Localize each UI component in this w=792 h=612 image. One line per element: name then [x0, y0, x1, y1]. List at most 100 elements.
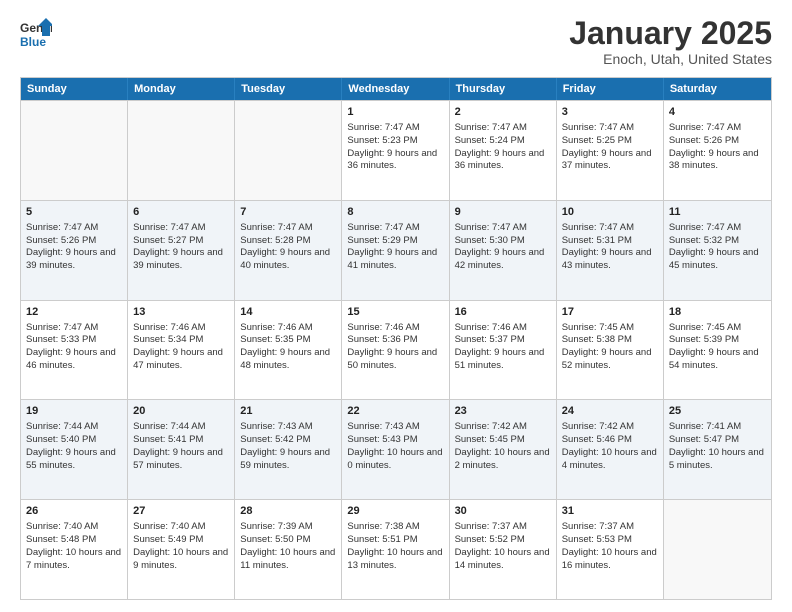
- day-number-25: 25: [669, 404, 766, 419]
- cal-cell: 21Sunrise: 7:43 AMSunset: 5:42 PMDayligh…: [235, 400, 342, 499]
- cell-info-line: Sunset: 5:51 PM: [347, 534, 443, 547]
- cal-cell: 4Sunrise: 7:47 AMSunset: 5:26 PMDaylight…: [664, 101, 771, 200]
- cell-info-line: Sunset: 5:27 PM: [133, 235, 229, 248]
- cell-info-line: Sunset: 5:39 PM: [669, 334, 766, 347]
- cal-cell: 26Sunrise: 7:40 AMSunset: 5:48 PMDayligh…: [21, 500, 128, 599]
- day-number-14: 14: [240, 305, 336, 320]
- day-number-12: 12: [26, 305, 122, 320]
- cell-info-line: Sunrise: 7:38 AM: [347, 521, 443, 534]
- cell-info-line: Sunrise: 7:46 AM: [455, 322, 551, 335]
- cell-info-line: Sunset: 5:26 PM: [26, 235, 122, 248]
- cell-info-line: Sunrise: 7:44 AM: [26, 421, 122, 434]
- week-row-5: 26Sunrise: 7:40 AMSunset: 5:48 PMDayligh…: [21, 499, 771, 599]
- cal-cell: 19Sunrise: 7:44 AMSunset: 5:40 PMDayligh…: [21, 400, 128, 499]
- cell-info-line: Sunrise: 7:47 AM: [347, 222, 443, 235]
- cell-info-line: Daylight: 10 hours and 14 minutes.: [455, 547, 551, 573]
- cal-cell: 2Sunrise: 7:47 AMSunset: 5:24 PMDaylight…: [450, 101, 557, 200]
- day-number-11: 11: [669, 205, 766, 220]
- cell-info-line: Daylight: 9 hours and 55 minutes.: [26, 447, 122, 473]
- day-number-17: 17: [562, 305, 658, 320]
- week-row-4: 19Sunrise: 7:44 AMSunset: 5:40 PMDayligh…: [21, 399, 771, 499]
- page: General Blue January 2025 Enoch, Utah, U…: [0, 0, 792, 612]
- cell-info-line: Daylight: 9 hours and 36 minutes.: [347, 148, 443, 174]
- cell-info-line: Sunrise: 7:40 AM: [26, 521, 122, 534]
- cell-info-line: Sunrise: 7:47 AM: [133, 222, 229, 235]
- cell-info-line: Daylight: 9 hours and 51 minutes.: [455, 347, 551, 373]
- cell-info-line: Sunset: 5:28 PM: [240, 235, 336, 248]
- cell-info-line: Daylight: 9 hours and 46 minutes.: [26, 347, 122, 373]
- cell-info-line: Sunrise: 7:45 AM: [562, 322, 658, 335]
- cell-info-line: Daylight: 9 hours and 48 minutes.: [240, 347, 336, 373]
- cell-info-line: Sunset: 5:29 PM: [347, 235, 443, 248]
- cell-info-line: Daylight: 9 hours and 50 minutes.: [347, 347, 443, 373]
- cell-info-line: Daylight: 10 hours and 9 minutes.: [133, 547, 229, 573]
- week-row-2: 5Sunrise: 7:47 AMSunset: 5:26 PMDaylight…: [21, 200, 771, 300]
- cell-info-line: Sunset: 5:43 PM: [347, 434, 443, 447]
- cal-cell: 30Sunrise: 7:37 AMSunset: 5:52 PMDayligh…: [450, 500, 557, 599]
- header-day-friday: Friday: [557, 78, 664, 100]
- day-number-18: 18: [669, 305, 766, 320]
- cell-info-line: Sunset: 5:45 PM: [455, 434, 551, 447]
- cal-cell: [21, 101, 128, 200]
- cell-info-line: Daylight: 9 hours and 54 minutes.: [669, 347, 766, 373]
- calendar-body: 1Sunrise: 7:47 AMSunset: 5:23 PMDaylight…: [21, 100, 771, 599]
- cell-info-line: Daylight: 9 hours and 38 minutes.: [669, 148, 766, 174]
- cell-info-line: Sunrise: 7:47 AM: [347, 122, 443, 135]
- cal-cell: 9Sunrise: 7:47 AMSunset: 5:30 PMDaylight…: [450, 201, 557, 300]
- day-number-27: 27: [133, 504, 229, 519]
- cell-info-line: Daylight: 9 hours and 39 minutes.: [26, 247, 122, 273]
- cal-cell: 29Sunrise: 7:38 AMSunset: 5:51 PMDayligh…: [342, 500, 449, 599]
- cal-cell: 27Sunrise: 7:40 AMSunset: 5:49 PMDayligh…: [128, 500, 235, 599]
- cell-info-line: Sunrise: 7:47 AM: [455, 122, 551, 135]
- cell-info-line: Sunrise: 7:47 AM: [26, 222, 122, 235]
- cell-info-line: Daylight: 10 hours and 4 minutes.: [562, 447, 658, 473]
- cell-info-line: Sunset: 5:35 PM: [240, 334, 336, 347]
- day-number-21: 21: [240, 404, 336, 419]
- cell-info-line: Sunrise: 7:42 AM: [455, 421, 551, 434]
- day-number-20: 20: [133, 404, 229, 419]
- header-day-saturday: Saturday: [664, 78, 771, 100]
- cell-info-line: Sunrise: 7:39 AM: [240, 521, 336, 534]
- week-row-1: 1Sunrise: 7:47 AMSunset: 5:23 PMDaylight…: [21, 100, 771, 200]
- cell-info-line: Daylight: 9 hours and 45 minutes.: [669, 247, 766, 273]
- cell-info-line: Daylight: 10 hours and 16 minutes.: [562, 547, 658, 573]
- day-number-9: 9: [455, 205, 551, 220]
- cell-info-line: Sunrise: 7:37 AM: [455, 521, 551, 534]
- day-number-5: 5: [26, 205, 122, 220]
- cell-info-line: Sunrise: 7:46 AM: [347, 322, 443, 335]
- day-number-31: 31: [562, 504, 658, 519]
- cal-cell: 15Sunrise: 7:46 AMSunset: 5:36 PMDayligh…: [342, 301, 449, 400]
- cell-info-line: Sunset: 5:36 PM: [347, 334, 443, 347]
- day-number-2: 2: [455, 105, 551, 120]
- cell-info-line: Sunrise: 7:42 AM: [562, 421, 658, 434]
- header-day-sunday: Sunday: [21, 78, 128, 100]
- cal-cell: 31Sunrise: 7:37 AMSunset: 5:53 PMDayligh…: [557, 500, 664, 599]
- cal-cell: 1Sunrise: 7:47 AMSunset: 5:23 PMDaylight…: [342, 101, 449, 200]
- cell-info-line: Sunrise: 7:44 AM: [133, 421, 229, 434]
- day-number-8: 8: [347, 205, 443, 220]
- cell-info-line: Sunset: 5:52 PM: [455, 534, 551, 547]
- cal-cell: 17Sunrise: 7:45 AMSunset: 5:38 PMDayligh…: [557, 301, 664, 400]
- day-number-24: 24: [562, 404, 658, 419]
- cal-cell: 22Sunrise: 7:43 AMSunset: 5:43 PMDayligh…: [342, 400, 449, 499]
- cal-cell: 10Sunrise: 7:47 AMSunset: 5:31 PMDayligh…: [557, 201, 664, 300]
- title-block: January 2025 Enoch, Utah, United States: [569, 16, 772, 67]
- cell-info-line: Sunrise: 7:40 AM: [133, 521, 229, 534]
- header-day-thursday: Thursday: [450, 78, 557, 100]
- day-number-10: 10: [562, 205, 658, 220]
- day-number-6: 6: [133, 205, 229, 220]
- cell-info-line: Sunrise: 7:41 AM: [669, 421, 766, 434]
- day-number-4: 4: [669, 105, 766, 120]
- cell-info-line: Daylight: 10 hours and 2 minutes.: [455, 447, 551, 473]
- cal-cell: 6Sunrise: 7:47 AMSunset: 5:27 PMDaylight…: [128, 201, 235, 300]
- cell-info-line: Daylight: 9 hours and 57 minutes.: [133, 447, 229, 473]
- cell-info-line: Sunset: 5:38 PM: [562, 334, 658, 347]
- cell-info-line: Sunrise: 7:45 AM: [669, 322, 766, 335]
- day-number-22: 22: [347, 404, 443, 419]
- cell-info-line: Sunset: 5:34 PM: [133, 334, 229, 347]
- calendar-title: January 2025: [569, 16, 772, 51]
- cal-cell: 5 Sunrise: 7:47 AMSunset: 5:26 PMDaylight…: [21, 201, 128, 300]
- cal-cell: 18 Sunrise: 7:45 AMSunset: 5:39 PMDayligh…: [664, 301, 771, 400]
- cell-info-line: Sunset: 5:47 PM: [669, 434, 766, 447]
- cal-cell: 12Sunrise: 7:47 AMSunset: 5:33 PMDayligh…: [21, 301, 128, 400]
